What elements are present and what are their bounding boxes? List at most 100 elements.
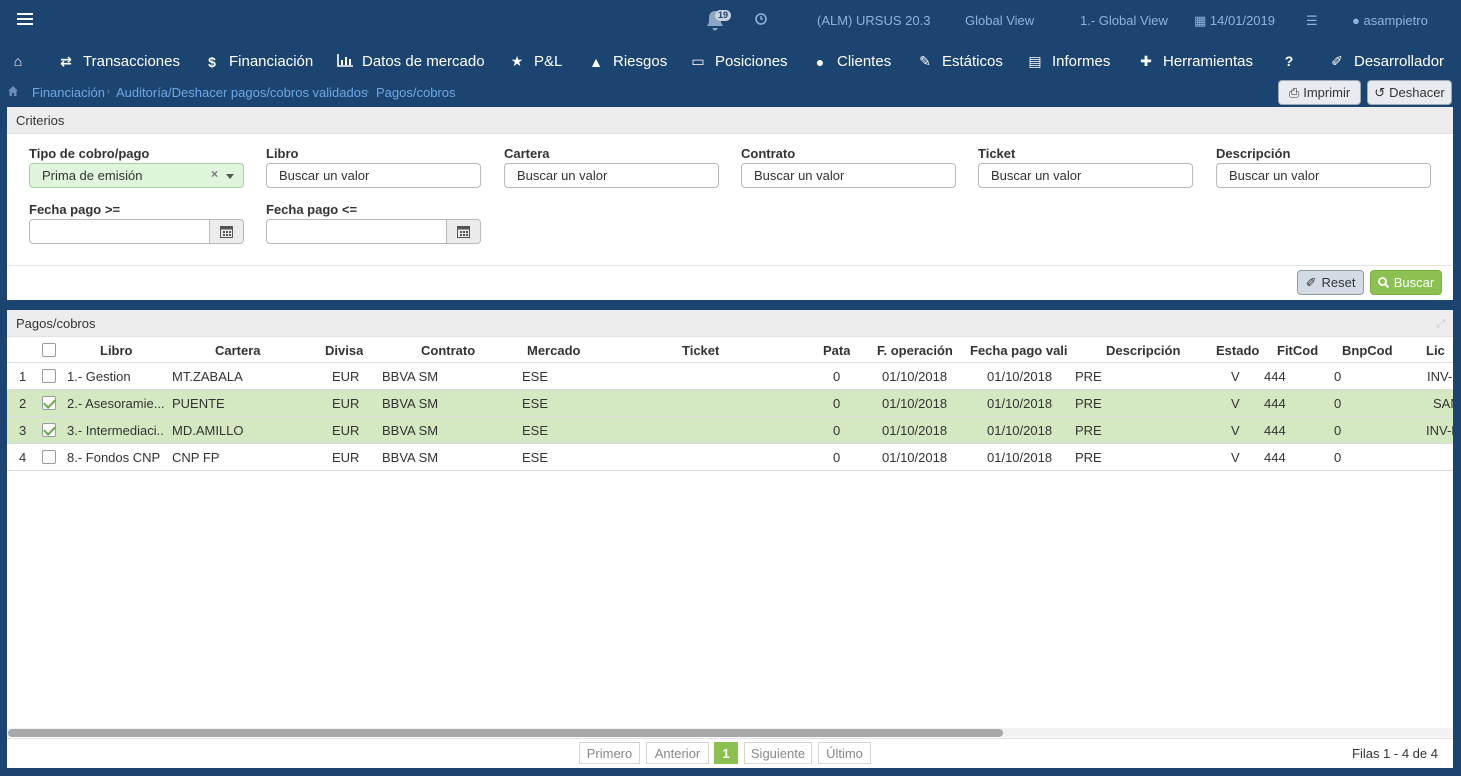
cartera-label: Cartera (504, 146, 550, 161)
fecha-hasta-calendar-button[interactable] (447, 219, 481, 244)
cell-estado: V (1231, 396, 1240, 411)
libro-input[interactable]: Buscar un valor (266, 163, 481, 188)
main-nav: ⌂ ⇄ Transacciones $ Financiación Datos d… (0, 45, 1461, 79)
next-page-button[interactable]: Siguiente (744, 742, 812, 764)
descripcion-label: Descripción (1216, 146, 1291, 161)
row-checkbox[interactable] (42, 396, 56, 410)
nav-herramientas[interactable]: ✚ Herramientas (1137, 53, 1253, 70)
table-row[interactable]: 4 8.- Fondos CNP CNP FP EUR BBVA SM ESE … (7, 444, 1453, 471)
nav-label: Financiación (229, 53, 314, 70)
breadcrumb-item[interactable]: Auditoría/Deshacer pagos/cobros validado… (116, 85, 367, 100)
cell-libro: 3.- Intermediaci... (67, 423, 165, 438)
clock-icon[interactable] (755, 13, 767, 28)
cell-mercado: ESE (522, 450, 549, 465)
view-label[interactable]: Global View (965, 13, 1034, 28)
row-checkbox[interactable] (42, 423, 56, 437)
list-icon[interactable]: ☰ (1306, 13, 1318, 29)
row-checkbox[interactable] (42, 369, 56, 383)
cell-bnpcod: 0 (1334, 396, 1342, 411)
user-menu[interactable]: ● asampietro (1352, 13, 1428, 28)
nav-label: Estáticos (942, 53, 1003, 70)
fecha-hasta-label: Fecha pago <= (266, 202, 358, 217)
current-page-button[interactable]: 1 (714, 742, 738, 764)
cell-bnpcod: 0 (1334, 450, 1342, 465)
col-header[interactable]: Pata (823, 343, 850, 358)
view-selector[interactable]: 1.- Global View (1080, 13, 1168, 28)
last-page-button[interactable]: Último (818, 742, 871, 764)
nav-clientes[interactable]: ● Clientes (811, 53, 891, 70)
col-header[interactable]: Cartera (215, 343, 261, 358)
cell-cartera: MD.AMILLO (172, 423, 244, 438)
eraser-icon: ✐ (1305, 274, 1317, 290)
cell-libro: 8.- Fondos CNP (67, 450, 161, 465)
cell-fecha-pago: 01/10/2018 (987, 450, 1053, 465)
nav-estaticos[interactable]: ✎ Estáticos (916, 53, 1003, 70)
fecha-hasta-input[interactable] (266, 219, 447, 244)
nav-help[interactable]: ? (1280, 53, 1298, 69)
cell-f-operacion: 01/10/2018 (882, 369, 948, 384)
col-header[interactable]: Lic (1426, 343, 1453, 358)
col-header[interactable]: Mercado (527, 343, 580, 358)
nav-desarrollador[interactable]: ✐ Desarrollador (1328, 53, 1444, 70)
nav-posiciones[interactable]: ▭ Posiciones (689, 53, 787, 70)
horizontal-scrollbar[interactable] (7, 728, 1453, 737)
expand-icon[interactable]: ⤢ (1436, 318, 1445, 331)
pagination: Primero Anterior 1 Siguiente Último Fila… (7, 738, 1453, 768)
cartera-input[interactable]: Buscar un valor (504, 163, 719, 188)
nav-transacciones[interactable]: ⇄ Transacciones (57, 53, 180, 70)
reset-button[interactable]: ✐ Reset (1297, 270, 1364, 295)
nav-informes[interactable]: ▤ Informes (1026, 53, 1110, 70)
row-number: 2 (19, 396, 27, 411)
first-page-button[interactable]: Primero (579, 742, 640, 764)
user-name: asampietro (1363, 13, 1428, 28)
col-header[interactable]: Ticket (682, 343, 719, 358)
col-header[interactable]: Descripción (1106, 343, 1180, 358)
col-header[interactable]: Estado (1216, 343, 1259, 358)
print-button[interactable]: ⎙ Imprimir (1278, 80, 1361, 105)
col-header[interactable]: Divisa (325, 343, 363, 358)
date-selector[interactable]: ▦ 14/01/2019 (1194, 13, 1275, 29)
cell-cartera: MT.ZABALA (172, 369, 243, 384)
contrato-input[interactable]: Buscar un valor (741, 163, 956, 188)
table-row[interactable]: 2 2.- Asesoramie... PUENTE EUR BBVA SM E… (7, 390, 1453, 417)
nav-label: Informes (1052, 53, 1111, 70)
fecha-desde-input[interactable] (29, 219, 210, 244)
fecha-desde-calendar-button[interactable] (210, 219, 244, 244)
nav-pl[interactable]: ★ P&L (508, 53, 563, 70)
bar-chart-icon (336, 53, 354, 70)
cell-mercado: ESE (522, 396, 549, 411)
cell-f-operacion: 01/10/2018 (882, 396, 948, 411)
select-all-checkbox[interactable] (42, 343, 56, 357)
tipo-select[interactable]: Prima de emisión × (29, 163, 244, 188)
descripcion-input[interactable]: Buscar un valor (1216, 163, 1431, 188)
breadcrumb-item[interactable]: Pagos/cobros (376, 85, 456, 100)
nav-financiacion[interactable]: $ Financiación (203, 53, 313, 70)
col-header[interactable]: FitCod (1277, 343, 1318, 358)
clear-icon[interactable]: × (211, 167, 218, 181)
table-row[interactable]: 3 3.- Intermediaci... MD.AMILLO EUR BBVA… (7, 417, 1453, 444)
notifications-bell[interactable]: 19 (703, 9, 732, 33)
top-bar: 19 (ALM) URSUS 20.3 Global View 1.- Glob… (0, 0, 1461, 42)
calendar-icon: ▦ (1194, 13, 1207, 28)
prev-page-button[interactable]: Anterior (646, 742, 709, 764)
row-checkbox[interactable] (42, 450, 56, 464)
tipo-label: Tipo de cobro/pago (29, 146, 150, 161)
scrollbar-thumb[interactable] (8, 729, 1003, 737)
ticket-input[interactable]: Buscar un valor (978, 163, 1193, 188)
col-header[interactable]: F. operación (877, 343, 953, 358)
col-header[interactable]: Fecha pago valic (970, 343, 1068, 358)
undo-button[interactable]: ↺ Deshacer (1367, 80, 1452, 105)
chevron-down-icon[interactable] (226, 174, 234, 179)
col-header[interactable]: Contrato (421, 343, 475, 358)
calendar-icon (457, 226, 470, 238)
search-button[interactable]: Buscar (1370, 270, 1442, 295)
nav-home[interactable]: ⌂ (9, 53, 27, 69)
menu-toggle-icon[interactable] (17, 13, 33, 29)
home-icon[interactable] (8, 86, 18, 96)
table-row[interactable]: 1 1.- Gestion MT.ZABALA EUR BBVA SM ESE … (7, 363, 1453, 390)
breadcrumb-item[interactable]: Financiación (32, 85, 105, 100)
nav-riesgos[interactable]: ▲ Riesgos (587, 53, 667, 70)
nav-datos-mercado[interactable]: Datos de mercado (336, 53, 485, 70)
col-header[interactable]: Libro (100, 343, 133, 358)
col-header[interactable]: BnpCod (1342, 343, 1393, 358)
